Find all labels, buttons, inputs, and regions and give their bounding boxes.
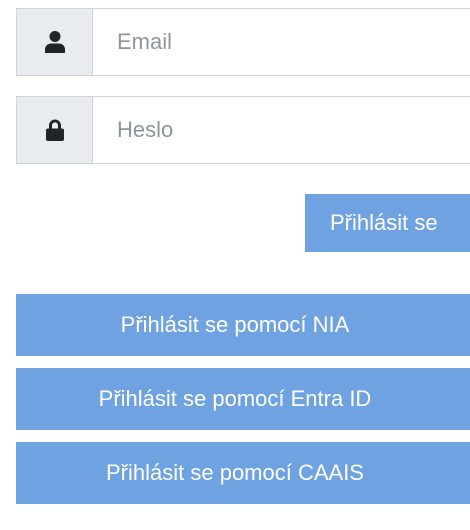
password-input-group bbox=[16, 96, 470, 164]
password-input[interactable] bbox=[92, 96, 470, 164]
login-button[interactable]: Přihlásit se bbox=[305, 194, 470, 252]
login-nia-label: Přihlásit se pomocí NIA bbox=[120, 312, 350, 337]
login-caais-button[interactable]: Přihlásit se pomocí CAAIS bbox=[16, 442, 470, 504]
login-entra-id-label: Přihlásit se pomocí Entra ID bbox=[98, 386, 372, 411]
login-entra-id-button[interactable]: Přihlásit se pomocí Entra ID bbox=[16, 368, 470, 430]
email-input[interactable] bbox=[92, 8, 470, 76]
login-page: Přihlásit se Přihlásit se pomocí NIA Při… bbox=[0, 0, 470, 530]
login-caais-label: Přihlásit se pomocí CAAIS bbox=[106, 460, 364, 485]
email-input-group bbox=[16, 8, 470, 76]
lock-icon bbox=[16, 96, 92, 164]
user-icon bbox=[16, 8, 92, 76]
login-nia-button[interactable]: Přihlásit se pomocí NIA bbox=[16, 294, 470, 356]
